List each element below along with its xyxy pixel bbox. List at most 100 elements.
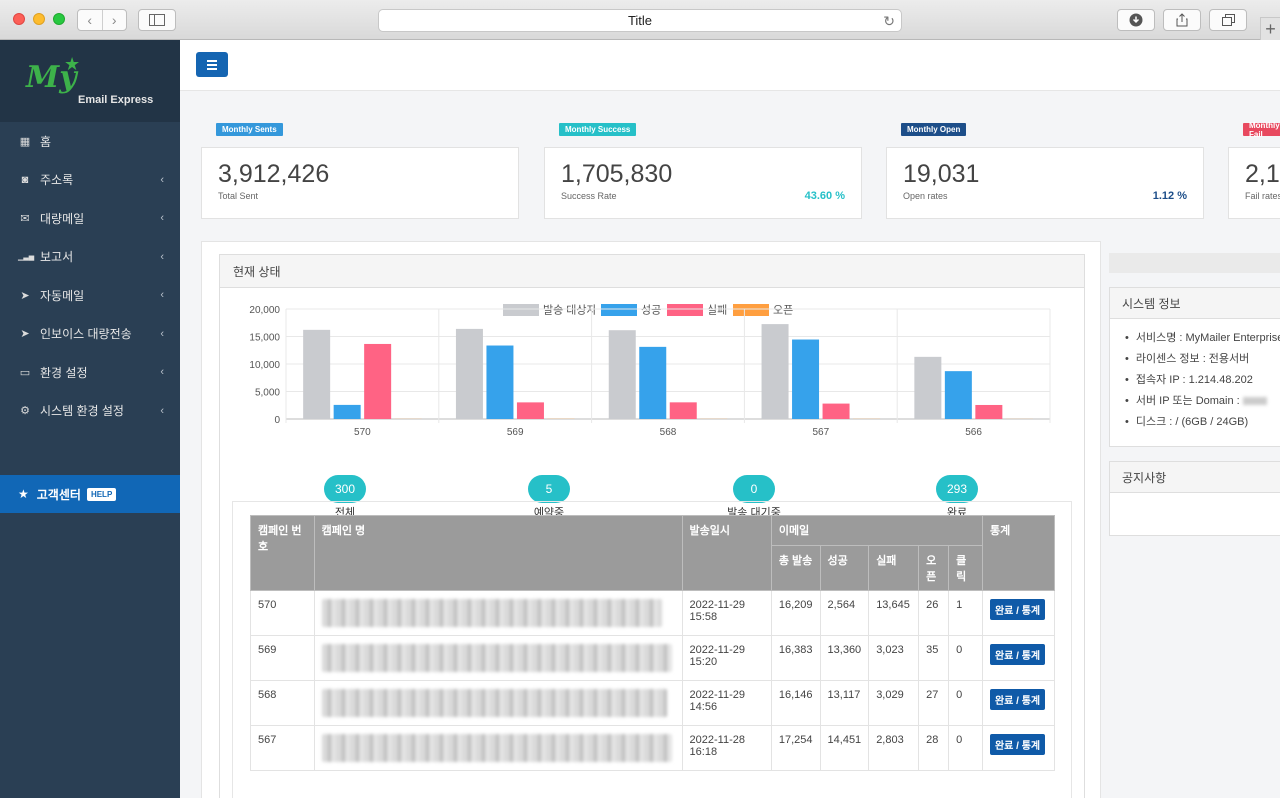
sidebar-item-5[interactable]: ➤ 인보이스 대량전송 ‹ [0, 315, 180, 354]
system-info-text: 접속자 IP : 1.214.48.202 [1135, 374, 1253, 386]
reload-icon[interactable]: ↻ [883, 13, 895, 30]
stat-card: 1,705,830 Success Rate 43.60 % [544, 147, 862, 219]
complete-stats-button[interactable]: 완료 / 통계 [989, 689, 1046, 710]
campaign-table: 캠페인 번호 캠페인 명 발송일시 이메일 통계 총 발송 성공 실패 오픈 클… [250, 515, 1056, 771]
browser-chrome: ‹ › Title ↻ + [0, 0, 1280, 40]
campaign-chart: 발송 대상자 성공 실패 오픈 0 5,000 10,000 15,000 20,000 570 5… [249, 304, 1051, 438]
system-info-item: 서버 IP 또는 Domain : [1125, 392, 1280, 413]
x-tick-label: 568 [660, 427, 677, 438]
cell-click: 0 [948, 725, 983, 771]
sidebar-item-label: 시스템 환경 설정 [40, 404, 124, 419]
forward-icon[interactable]: › [103, 10, 127, 30]
col-open: 오픈 [918, 545, 950, 591]
bar [364, 343, 392, 419]
cell-campaign-name[interactable] [313, 725, 683, 771]
sidebar-item-help[interactable]: ★ 고객센터 HELP [0, 475, 180, 513]
logo[interactable]: My ★ Email Express [0, 40, 180, 122]
col-stats: 통계 [981, 515, 1056, 591]
star-icon: ★ [64, 54, 81, 74]
cell-send-date: 2022-11-28 16:18 [681, 725, 772, 771]
dashboard-icon: ▦ [19, 135, 31, 148]
y-tick-label: 5,000 [255, 388, 280, 399]
bar [455, 328, 483, 419]
back-icon[interactable]: ‹ [78, 10, 103, 30]
minimize-window-button[interactable] [33, 13, 45, 25]
y-tick-label: 10,000 [249, 360, 280, 371]
stat-subtitle: Open rates [903, 191, 948, 201]
sidebar-item-4[interactable]: ➤ 자동메일 ‹ [0, 276, 180, 315]
stat-percent: 1.12 % [1152, 190, 1187, 202]
tabs-icon[interactable] [1209, 9, 1247, 31]
cell-click: 1 [948, 590, 983, 636]
gear-icon: ⚙ [20, 405, 30, 418]
chevron-left-icon: ‹ [160, 404, 164, 417]
signal-icon: ▁▃▅ [18, 253, 35, 261]
cell-fail: 13,645 [868, 590, 920, 636]
help-label: 고객센터 [36, 487, 81, 502]
cell-campaign-name[interactable] [313, 590, 683, 636]
cell-stats: 완료 / 통계 [981, 590, 1056, 636]
sidebar-item-7[interactable]: ⚙ 시스템 환경 설정 ‹ [0, 392, 180, 431]
stat-subtitle: Success Rate [561, 191, 617, 201]
bar [975, 404, 1003, 419]
stat-subtitle: Fail rates [1245, 191, 1280, 201]
system-info-text: 라이센스 정보 : 전용서버 [1135, 353, 1250, 365]
complete-stats-button[interactable]: 완료 / 통계 [989, 644, 1046, 665]
col-campaign-name: 캠페인 명 [313, 515, 683, 591]
sidebar-item-label: 자동메일 [40, 288, 85, 303]
menu-toggle-button[interactable] [196, 52, 228, 77]
system-info-item: 서비스명 : MyMailer Enterprise [1125, 329, 1280, 350]
cell-send-date: 2022-11-29 15:20 [681, 635, 772, 681]
bar [333, 404, 361, 419]
download-icon[interactable] [1117, 9, 1155, 31]
redacted-campaign-name [321, 599, 662, 627]
sidebar-item-1[interactable]: ◙ 주소록 ‹ [0, 161, 180, 200]
main-content: Monthly Sents 3,912,426 Total Sent Monthly … [180, 91, 1280, 798]
system-info-item: 접속자 IP : 1.214.48.202 [1125, 371, 1280, 392]
system-info-item: 라이센스 정보 : 전용서버 [1125, 350, 1280, 371]
stat-value: 19,031 [903, 160, 980, 188]
cell-fail: 3,029 [868, 680, 920, 726]
stat-card: 3,912,426 Total Sent [201, 147, 519, 219]
complete-stats-button[interactable]: 완료 / 통계 [989, 734, 1046, 755]
legend-label: 발송 대상자 [543, 304, 597, 317]
table-row[interactable]: 567 2022-11-28 16:18 17,254 14,451 2,803 28 0 완… [250, 725, 1056, 771]
sidebar-item-0[interactable]: ▦ 홈 [0, 122, 180, 161]
chevron-left-icon: ‹ [160, 212, 164, 225]
cell-success: 2,564 [819, 590, 870, 636]
table-row[interactable]: 569 2022-11-29 15:20 16,383 13,360 3,023 35 0 완… [250, 635, 1056, 681]
cell-campaign-name[interactable] [313, 680, 683, 726]
desktop-icon: ▭ [19, 366, 31, 379]
table-row[interactable]: 568 2022-11-29 14:56 16,146 13,117 3,029 27 0 완… [250, 680, 1056, 726]
cell-stats: 완료 / 통계 [981, 635, 1056, 681]
col-total: 총 발송 [770, 545, 821, 591]
sidebar-toggle-icon[interactable] [138, 9, 176, 31]
cell-total: 16,146 [770, 680, 821, 726]
system-info-text: 서비스명 : MyMailer Enterprise [1135, 332, 1280, 344]
stat-tag: Monthly Open [901, 123, 967, 136]
sidebar-item-2[interactable]: ✉ 대량메일 ‹ [0, 199, 180, 238]
sidebar-item-6[interactable]: ▭ 환경 설정 ‹ [0, 353, 180, 392]
cell-open: 35 [918, 635, 950, 681]
chevron-left-icon: ‹ [160, 289, 164, 302]
cell-fail: 3,023 [868, 635, 920, 681]
col-send-date: 발송일시 [681, 515, 772, 591]
close-window-button[interactable] [13, 13, 25, 25]
top-navbar [180, 40, 1280, 91]
col-fail: 실패 [868, 545, 920, 591]
complete-stats-button[interactable]: 완료 / 통계 [989, 599, 1046, 620]
y-tick-label: 0 [274, 415, 280, 426]
share-icon[interactable] [1163, 9, 1201, 31]
new-tab-button[interactable]: + [1260, 17, 1280, 40]
zoom-window-button[interactable] [53, 13, 65, 25]
star-icon: ★ [18, 487, 29, 501]
bar [669, 402, 697, 419]
stat-percent: 43.60 % [804, 190, 845, 202]
cell-campaign-name[interactable] [313, 635, 683, 681]
sidebar-item-3[interactable]: ▁▃▅ 보고서 ‹ [0, 238, 180, 277]
redacted-domain [1242, 397, 1267, 406]
address-bar[interactable]: Title ↻ [378, 9, 902, 32]
chevron-left-icon: ‹ [160, 173, 164, 186]
table-row[interactable]: 570 2022-11-29 15:58 16,209 2,564 13,645 26 1 완… [250, 590, 1056, 636]
summary-count-badge: 0 [733, 475, 775, 503]
